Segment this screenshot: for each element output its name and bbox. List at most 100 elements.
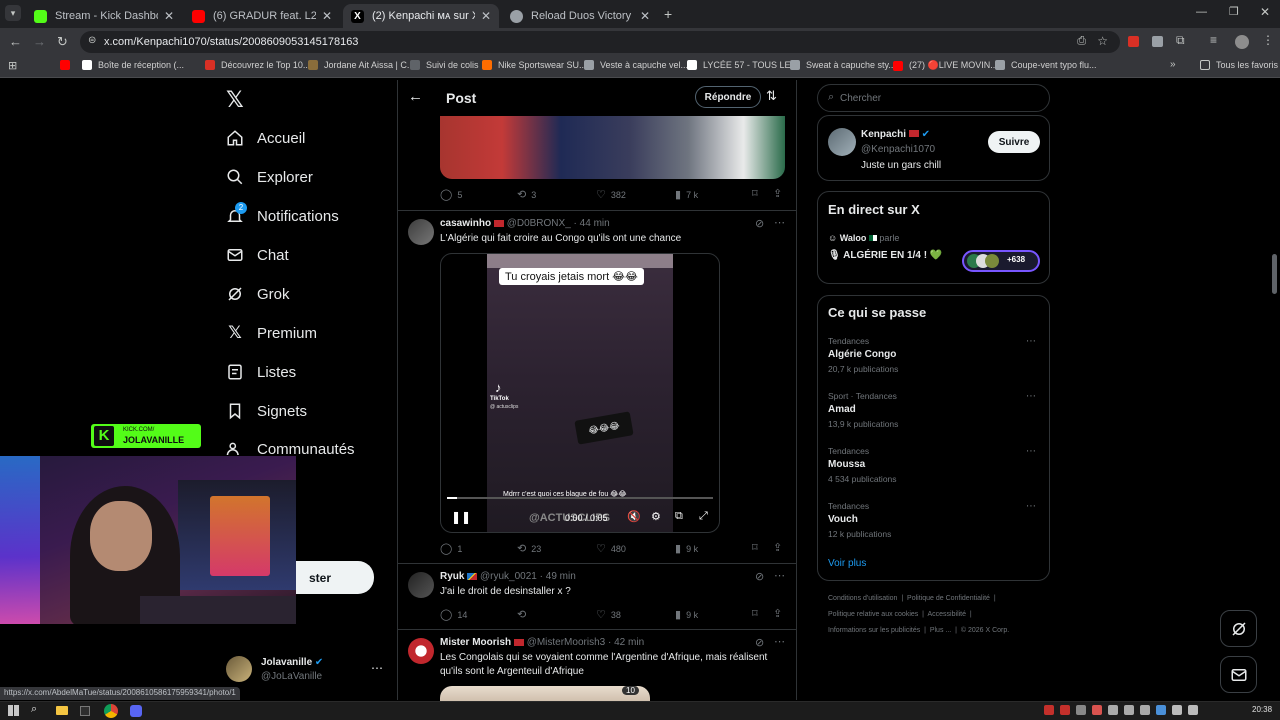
more-icon[interactable]: ⋯ [774,569,785,582]
tray-app-icon[interactable] [1124,705,1134,715]
grok-icon[interactable]: ⊘ [755,217,764,230]
tweet-media-image[interactable] [440,116,785,179]
address-bar[interactable]: ⊜ x.com/Kenpachi1070/status/200860905314… [80,31,1120,53]
like-action[interactable]: ♡ 38 [596,608,621,621]
author-handle[interactable]: @D0BRONX_ [507,218,571,229]
video-progress-track[interactable] [447,497,713,499]
bookmark-item[interactable]: (27) 🔴LIVE MOVIN... [893,60,998,71]
reply-action[interactable]: ◯ 1 [440,542,462,555]
profile-handle[interactable]: @Kenpachi1070 [861,144,935,155]
messages-float-button[interactable] [1220,656,1257,693]
bookmark-action[interactable]: ⌑ [752,607,758,620]
tweet-time[interactable]: 42 min [614,637,644,648]
more-icon[interactable]: ⋯ [1026,336,1036,347]
mic-icon[interactable] [1044,705,1054,715]
sidebar-item-bookmarks[interactable]: Signets [226,402,307,420]
listeners-pill[interactable]: +638 [962,250,1040,272]
grok-icon[interactable]: ⊘ [755,570,764,583]
like-action[interactable]: ♡ 480 [596,542,626,555]
site-info-icon[interactable]: ⊜ [88,35,96,46]
author-handle[interactable]: @ryuk_0021 [480,571,537,582]
close-tab-icon[interactable]: ✕ [640,9,650,23]
author-handle[interactable]: @MisterMoorish3 [527,637,606,648]
browser-tab-active[interactable]: X (2) Kenpachi ᴍᴀ sur X : "LA SES ✕ [343,4,499,28]
fullscreen-icon[interactable]: ⤢ [699,510,708,523]
taskbar-app-icon[interactable] [80,706,90,716]
share-action[interactable]: ⇪ [773,541,782,554]
tweet-video[interactable]: Tu croyais jetais mort 😂😂 ♪ TikTok @ act… [440,253,720,533]
share-action[interactable]: ⇪ [773,607,782,620]
bookmark-item[interactable]: Veste à capuche vel... [584,60,688,70]
close-tab-icon[interactable]: ✕ [322,9,332,23]
search-input[interactable]: ⌕ Chercher [817,84,1050,112]
footer-link[interactable]: Conditions d'utilisation [828,595,897,602]
footer-link[interactable]: Informations sur les publicités [828,627,920,634]
profile-avatar[interactable] [1235,35,1249,49]
views-action[interactable]: ▮ 9 k [675,608,698,621]
bookmark-item[interactable]: Nike Sportswear SU... [482,60,587,70]
bluetooth-icon[interactable] [1156,705,1166,715]
pause-icon[interactable]: ❚❚ [451,510,471,524]
tweet-time[interactable]: 44 min [580,218,610,229]
reply-button[interactable]: Répondre [695,86,761,108]
sidebar-item-home[interactable]: Accueil [226,129,305,147]
tweet-time[interactable]: 49 min [546,571,576,582]
trend-item[interactable]: Tendances Algérie Congo 20,7 k publicati… [828,336,1041,386]
more-icon[interactable]: ⋯ [1026,391,1036,402]
install-app-icon[interactable]: ⎙ [1077,35,1086,48]
more-icon[interactable]: ⋯ [774,635,785,648]
new-tab-button[interactable]: + [664,6,672,22]
close-tab-icon[interactable]: ✕ [481,9,491,23]
trend-item[interactable]: Tendances Moussa 4 534 publications ⋯ [828,446,1041,496]
sidebar-item-explore[interactable]: Explorer [226,168,313,186]
follow-button[interactable]: Suivre [988,131,1040,153]
back-icon[interactable]: ← [9,34,22,49]
more-icon[interactable]: ⋯ [1026,446,1036,457]
bookmark-item[interactable]: Boîte de réception (... [82,60,184,70]
back-arrow-icon[interactable]: ← [408,88,423,105]
bookmark-item[interactable]: Découvrez le Top 10... [205,60,310,70]
reading-list-icon[interactable]: ≡ [1210,33,1217,47]
live-host[interactable]: ☺ Waloo parle [828,233,899,243]
page-scrollbar[interactable] [1272,254,1277,294]
tweet[interactable]: casawinho @D0BRONX_ · 44 min ⊘ ⋯ L'Algér… [398,211,796,563]
footer-link[interactable]: Politique de Confidentialité [907,595,990,602]
bookmark-item[interactable] [60,60,76,70]
close-tab-icon[interactable]: ✕ [164,9,174,23]
reply-action[interactable]: ◯ 14 [440,608,467,621]
more-icon[interactable]: ⋯ [1026,501,1036,512]
pip-icon[interactable]: ⧉ [675,510,683,523]
browser-tab[interactable]: (6) GRADUR feat. L28 - CONGO ✕ [184,4,340,28]
author-name[interactable]: Mister Moorish [440,637,511,648]
apps-grid-icon[interactable]: ⊞ [8,59,17,72]
more-bookmarks-icon[interactable]: » [1170,59,1176,70]
volume-icon[interactable] [1188,705,1198,715]
bookmark-action[interactable]: ⌑ [752,187,758,200]
footer-link[interactable]: Accessibilité [928,611,967,618]
bookmark-item[interactable]: Sweat à capuche sty... [790,60,896,70]
restore-button[interactable]: ❐ [1229,5,1239,18]
bookmark-action[interactable]: ⌑ [752,541,758,554]
all-bookmarks[interactable]: Tous les favoris [1200,60,1278,70]
author-name[interactable]: Ryuk [440,571,464,582]
network-icon[interactable] [1172,705,1182,715]
show-more-link[interactable]: Voir plus [828,558,866,569]
extension-icon[interactable] [1152,36,1163,47]
tab-search-button[interactable]: ▾ [5,5,21,21]
tray-app-icon[interactable] [1108,705,1118,715]
sidebar-item-notifications[interactable]: 2 Notifications [226,202,339,225]
space-title[interactable]: 🎙 ALGÉRIE EN 1/4 ! 💚 [828,250,942,261]
tweet-media-image[interactable]: 10 [440,686,650,701]
bookmark-item[interactable]: Jordane Ait Aissa | C... [308,60,414,70]
file-explorer-icon[interactable] [56,706,68,715]
more-icon[interactable]: ⋯ [774,216,785,229]
forward-icon[interactable]: → [33,34,46,49]
repost-action[interactable]: ⟲ 3 [517,188,536,201]
repost-action[interactable]: ⟲ [517,608,526,621]
x-logo-icon[interactable]: 𝕏 [226,87,244,113]
grok-float-button[interactable] [1220,610,1257,647]
like-action[interactable]: ♡ 382 [596,188,626,201]
chrome-icon[interactable] [104,704,118,718]
close-window-button[interactable]: ✕ [1260,5,1270,19]
menu-icon[interactable]: ⋮ [1262,33,1274,47]
